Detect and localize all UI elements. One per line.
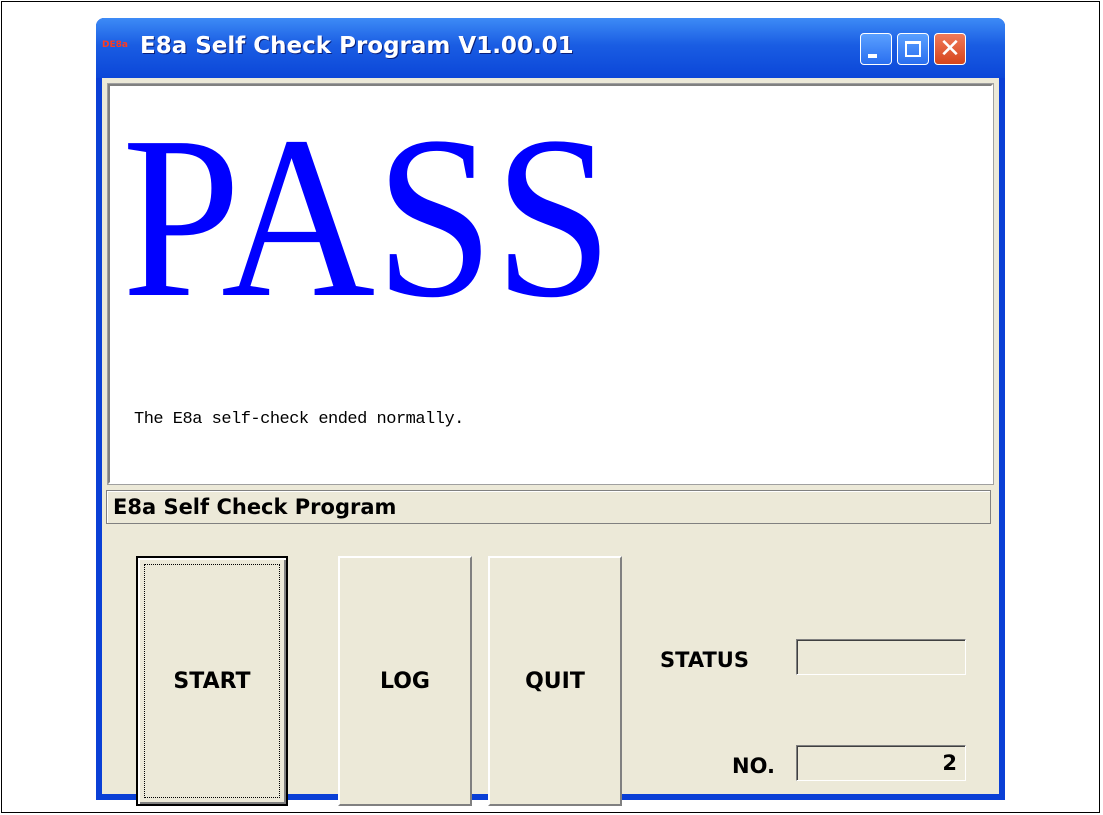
result-text: PASS <box>122 89 613 346</box>
log-button[interactable]: LOG <box>338 556 472 806</box>
maximize-icon <box>905 41 921 57</box>
close-button[interactable]: ✕ <box>934 33 966 65</box>
client-area: PASS The E8a self-check ended normally. … <box>102 78 999 806</box>
focus-rectangle <box>144 564 280 798</box>
window-title: E8a Self Check Program V1.00.01 <box>140 33 574 59</box>
app-icon: DE8a <box>102 40 128 50</box>
status-field <box>796 639 966 675</box>
log-button-label: LOG <box>380 668 430 694</box>
number-label: NO. <box>732 754 775 778</box>
start-button[interactable]: START <box>136 556 288 806</box>
result-display: PASS The E8a self-check ended normally. <box>107 83 994 485</box>
result-message: The E8a self-check ended normally. <box>134 410 464 429</box>
app-window: DE8a E8a Self Check Program V1.00.01 ✕ P… <box>96 18 1005 806</box>
status-bar: E8a Self Check Program <box>106 490 991 524</box>
maximize-button[interactable] <box>897 33 929 65</box>
minimize-button[interactable] <box>860 33 892 65</box>
number-field: 2 <box>796 745 966 781</box>
quit-button[interactable]: QUIT <box>488 556 622 806</box>
title-bar[interactable]: DE8a E8a Self Check Program V1.00.01 ✕ <box>96 18 1005 78</box>
minimize-icon <box>868 54 877 58</box>
quit-button-label: QUIT <box>525 668 585 694</box>
close-icon: ✕ <box>939 34 961 64</box>
status-bar-text: E8a Self Check Program <box>113 495 397 519</box>
status-label: STATUS <box>660 648 749 672</box>
